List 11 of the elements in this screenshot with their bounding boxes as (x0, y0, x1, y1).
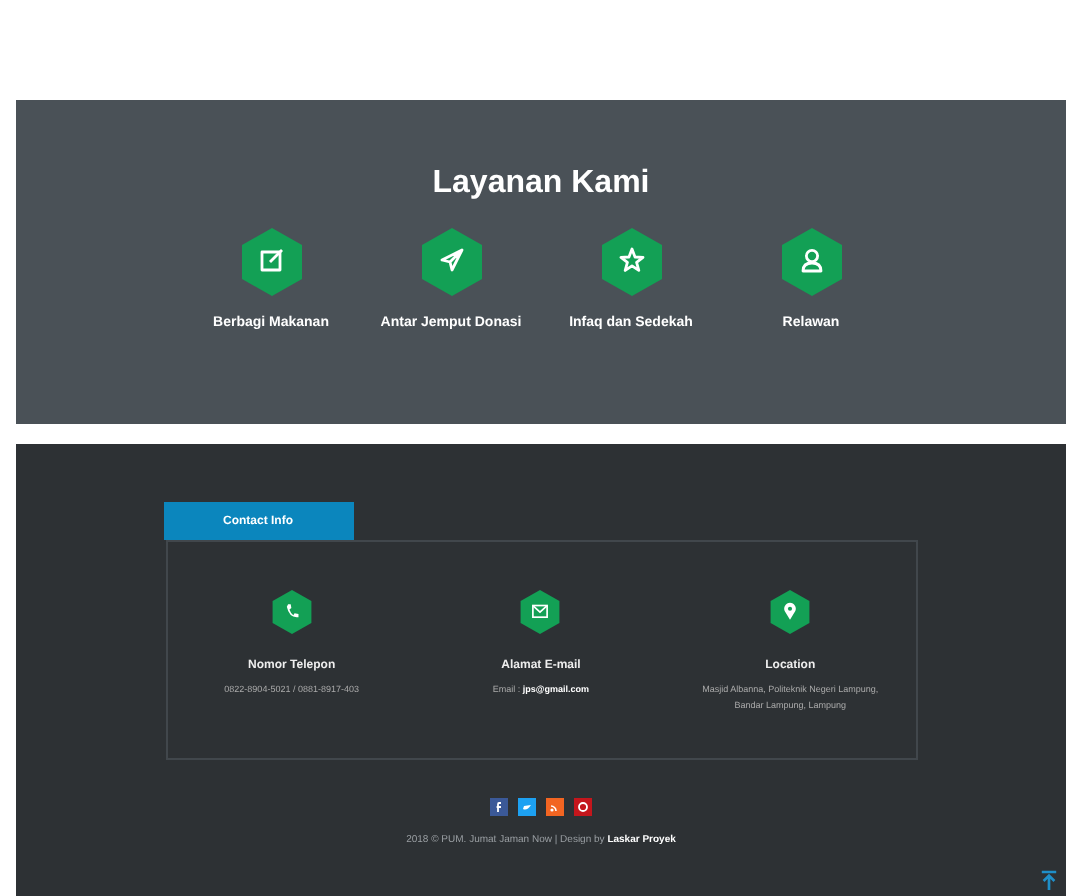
section-title: Layanan Kami (432, 166, 650, 202)
facebook-icon[interactable] (490, 798, 508, 816)
user-icon[interactable] (781, 228, 841, 296)
edit-icon[interactable] (241, 228, 301, 296)
envelope-icon (520, 590, 561, 634)
rss-icon[interactable] (546, 798, 564, 816)
star-icon[interactable] (601, 228, 661, 296)
phone-icon (271, 590, 312, 634)
back-to-top-icon[interactable] (1040, 870, 1058, 892)
paper-plane-icon[interactable] (421, 228, 481, 296)
location-pin-icon (770, 590, 811, 634)
